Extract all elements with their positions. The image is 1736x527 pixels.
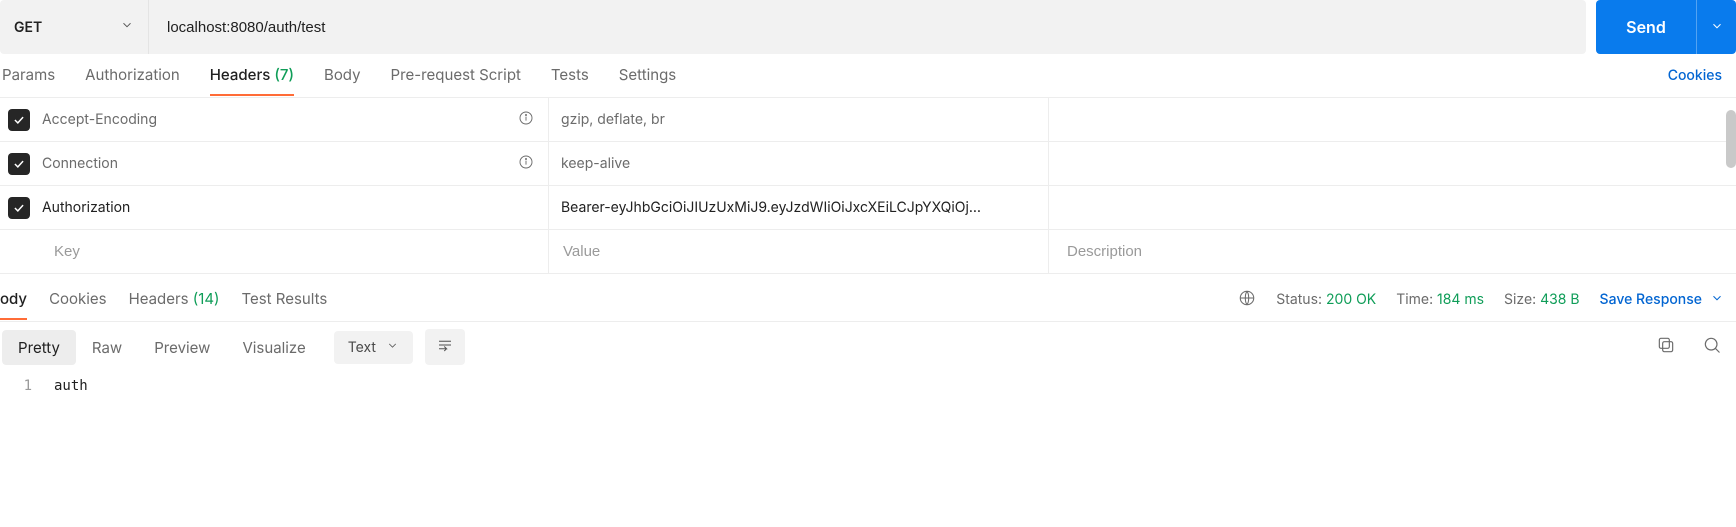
- http-method-select[interactable]: GET: [0, 0, 148, 54]
- chevron-down-icon: [386, 339, 399, 356]
- header-value[interactable]: gzip, deflate, br: [548, 98, 1048, 141]
- http-method-label: GET: [14, 19, 42, 36]
- tab-settings[interactable]: Settings: [619, 55, 676, 96]
- desc-input[interactable]: [1065, 242, 1736, 261]
- resp-tab-headers-label: Headers: [129, 289, 189, 308]
- header-key[interactable]: Connection: [42, 155, 118, 172]
- header-value[interactable]: Bearer-eyJhbGciOiJIUzUxMiJ9.eyJzdWIiOiJx…: [548, 186, 1048, 229]
- copy-button[interactable]: [1656, 335, 1676, 359]
- resp-tab-headers-count: (14): [193, 289, 220, 308]
- chevron-down-icon: [1710, 291, 1724, 309]
- send-options-button[interactable]: [1696, 0, 1736, 54]
- table-row: Connection keep-alive: [0, 142, 1736, 186]
- header-desc[interactable]: [1048, 186, 1736, 229]
- language-label: Text: [348, 339, 376, 356]
- key-input[interactable]: [52, 242, 548, 261]
- cookies-link[interactable]: Cookies: [1668, 67, 1722, 84]
- info-icon: [518, 110, 534, 130]
- scrollbar[interactable]: [1726, 110, 1736, 168]
- send-button[interactable]: Send: [1596, 0, 1696, 54]
- time-meta: Time: 184 ms: [1396, 291, 1484, 308]
- tab-prerequest[interactable]: Pre-request Script: [391, 55, 521, 96]
- status-meta: Status: 200 OK: [1276, 291, 1376, 308]
- chevron-down-icon: [120, 18, 134, 36]
- resp-tab-cookies[interactable]: Cookies: [49, 279, 106, 320]
- value-input[interactable]: [561, 242, 1048, 261]
- view-preview[interactable]: Preview: [138, 330, 226, 365]
- tab-headers-label: Headers: [210, 65, 271, 84]
- checkbox[interactable]: [8, 197, 30, 219]
- send-button-label: Send: [1626, 17, 1666, 37]
- language-select[interactable]: Text: [334, 331, 413, 364]
- view-visualize[interactable]: Visualize: [226, 330, 321, 365]
- tab-headers-count: (7): [274, 65, 294, 84]
- view-raw[interactable]: Raw: [76, 330, 138, 365]
- response-text[interactable]: auth: [44, 372, 88, 502]
- table-row-new: [0, 230, 1736, 274]
- tab-body[interactable]: Body: [324, 55, 361, 96]
- save-response-button[interactable]: Save Response: [1600, 291, 1724, 309]
- chevron-down-icon: [1710, 17, 1724, 37]
- info-icon: [518, 154, 534, 174]
- checkbox[interactable]: [8, 109, 30, 131]
- wrap-icon: [436, 336, 454, 358]
- resp-tab-tests[interactable]: Test Results: [241, 279, 327, 320]
- request-url-input[interactable]: [148, 0, 1586, 54]
- tab-authorization[interactable]: Authorization: [85, 55, 180, 96]
- line-number: 1: [0, 372, 44, 502]
- resp-tab-body[interactable]: ody: [0, 279, 27, 320]
- resp-tab-headers[interactable]: Headers (14): [129, 279, 220, 320]
- table-row: Authorization Bearer-eyJhbGciOiJIUzUxMiJ…: [0, 186, 1736, 230]
- header-key[interactable]: Authorization: [42, 199, 130, 216]
- tab-headers[interactable]: Headers (7): [210, 55, 294, 96]
- header-desc[interactable]: [1048, 98, 1736, 141]
- table-row: Accept-Encoding gzip, deflate, br: [0, 98, 1736, 142]
- checkbox[interactable]: [8, 153, 30, 175]
- tab-tests[interactable]: Tests: [551, 55, 589, 96]
- search-button[interactable]: [1702, 335, 1722, 359]
- globe-icon[interactable]: [1238, 289, 1256, 311]
- header-desc[interactable]: [1048, 142, 1736, 185]
- view-pretty[interactable]: Pretty: [2, 330, 76, 365]
- size-meta: Size: 438 B: [1504, 291, 1580, 308]
- save-response-label: Save Response: [1600, 291, 1702, 308]
- response-body: 1 auth: [0, 372, 1736, 502]
- header-value[interactable]: keep-alive: [548, 142, 1048, 185]
- tab-params[interactable]: Params: [2, 55, 55, 96]
- header-key[interactable]: Accept-Encoding: [42, 111, 157, 128]
- wrap-lines-button[interactable]: [425, 329, 465, 365]
